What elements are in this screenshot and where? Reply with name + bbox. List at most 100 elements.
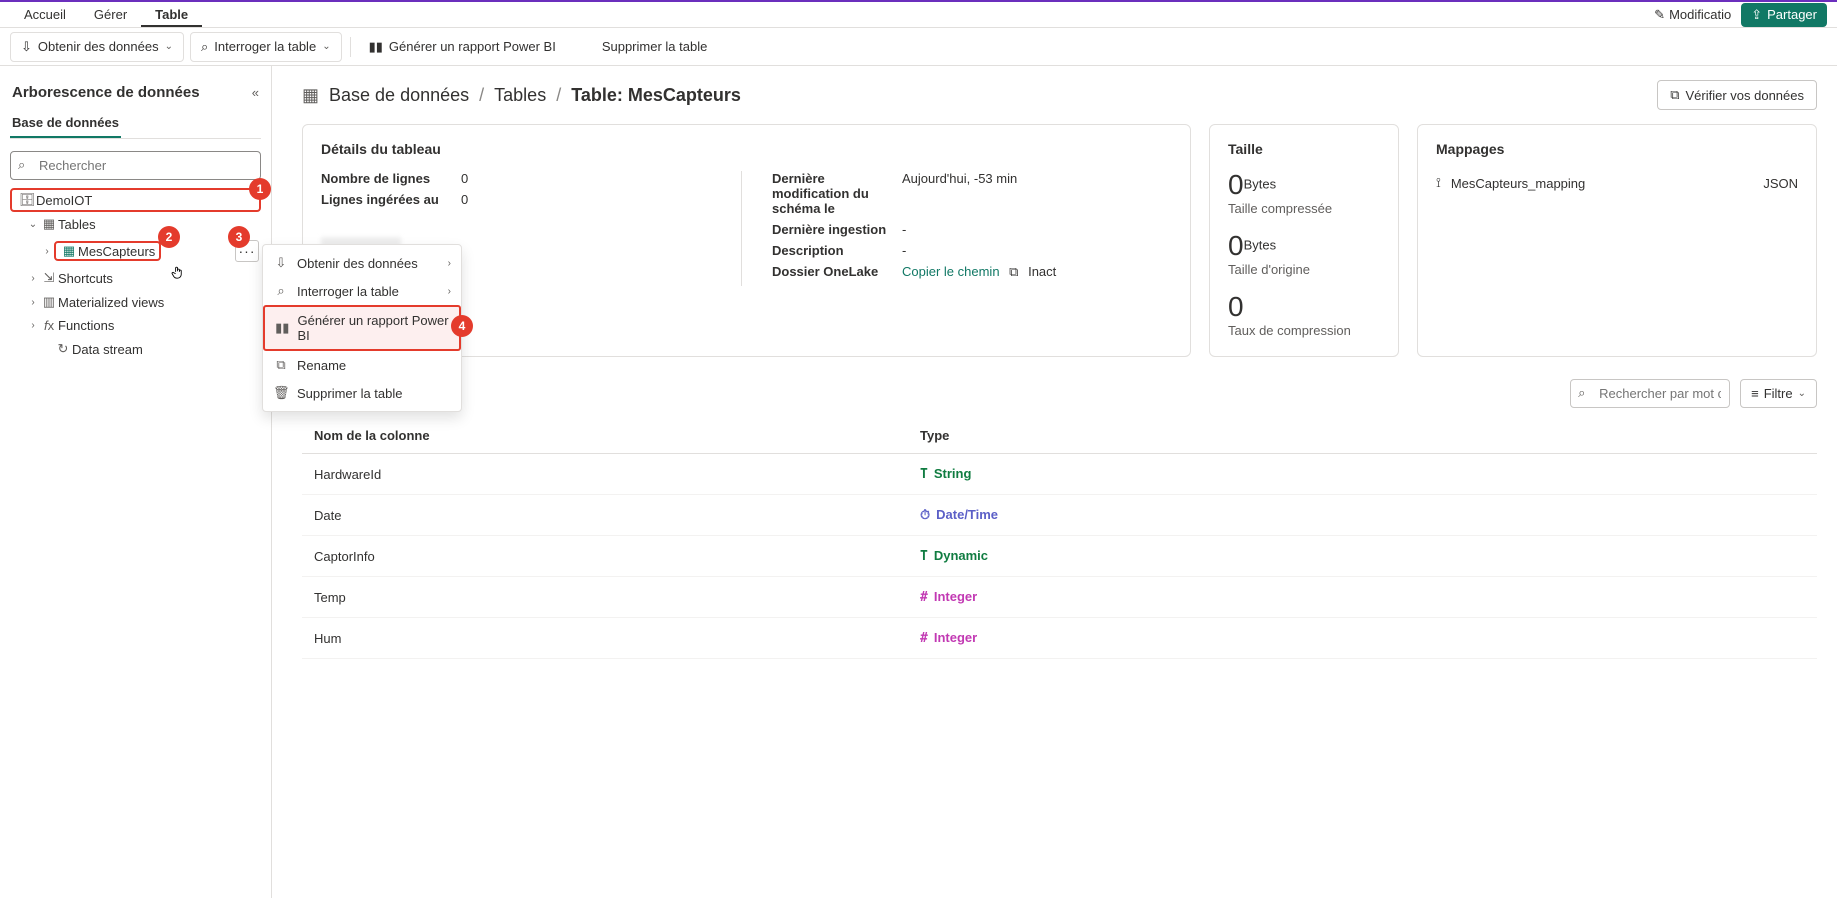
column-type: #Integer xyxy=(908,577,1817,618)
column-name: Date xyxy=(302,495,908,536)
views-icon: ▥ xyxy=(40,294,58,310)
verify-data-button[interactable]: ⧉ Vérifier vos données xyxy=(1657,80,1817,110)
tables-icon: ▦ xyxy=(40,216,58,232)
pencil-icon: ✎ xyxy=(1654,7,1665,23)
chevron-down-icon: ⌄ xyxy=(165,41,173,52)
tab-table[interactable]: Table xyxy=(141,2,202,27)
content: ▦ Base de données / Tables / Table: MesC… xyxy=(272,66,1837,898)
modify-button[interactable]: ✎ Modificatio xyxy=(1648,4,1737,26)
column-name: CaptorInfo xyxy=(302,536,908,577)
schema-search-input[interactable] xyxy=(1570,379,1730,408)
chart-icon: ▮▮ xyxy=(275,320,290,336)
search-icon: ⌕ xyxy=(1578,385,1585,401)
chevron-down-icon: ⌄ xyxy=(322,41,330,52)
schema-filter-button[interactable]: ≡ Filtre ⌄ xyxy=(1740,379,1817,408)
schema-col-type[interactable]: Type xyxy=(908,418,1817,454)
database-icon: 🗄 xyxy=(18,192,36,208)
get-data-icon: ⇩ xyxy=(21,39,32,55)
breadcrumb: ▦ Base de données / Tables / Table: MesC… xyxy=(302,85,741,106)
column-type: TString xyxy=(908,454,1817,495)
trash-icon: 🗑 xyxy=(273,385,289,401)
copy-icon: ⧉ xyxy=(1670,87,1679,103)
tree-table-mescapteurs[interactable]: › ▦ MesCapteurs ··· xyxy=(10,236,261,266)
copy-path-link[interactable]: Copier le chemin xyxy=(902,264,1000,279)
ctx-generate-powerbi[interactable]: ▮▮ Générer un rapport Power BI xyxy=(263,305,461,351)
caret-right-icon: › xyxy=(26,273,40,284)
column-type: ⏱Date/Time xyxy=(908,495,1817,536)
ctx-get-data[interactable]: ⇩ Obtenir des données › xyxy=(263,249,461,277)
grid-icon: ▦ xyxy=(302,85,319,106)
sidebar-title: Arborescence de données xyxy=(12,84,200,101)
function-icon: fx xyxy=(40,318,58,333)
caret-right-icon: › xyxy=(40,246,54,257)
schema-col-name[interactable]: Nom de la colonne xyxy=(302,418,908,454)
tree-materialized-views[interactable]: › ▥ Materialized views xyxy=(10,290,261,314)
table-icon: ▦ xyxy=(60,243,78,259)
size-card: Taille 0Bytes Taille compressée 0Bytes T… xyxy=(1209,124,1399,357)
crumb-tables[interactable]: Tables xyxy=(494,85,546,106)
tab-gerer[interactable]: Gérer xyxy=(80,2,141,27)
shortcut-icon: ⇲ xyxy=(40,270,58,286)
ctx-delete-table[interactable]: 🗑 Supprimer la table xyxy=(263,379,461,407)
toolbar-powerbi[interactable]: ▮▮ Générer un rapport Power BI xyxy=(359,33,566,61)
toolbar-get-data[interactable]: ⇩ Obtenir des données ⌄ xyxy=(10,32,184,62)
tree-tables[interactable]: ⌄ ▦ Tables xyxy=(10,212,261,236)
chevron-down-icon: ⌄ xyxy=(1798,388,1806,399)
mappings-card: Mappages ⟟ MesCapteurs_mapping JSON xyxy=(1417,124,1817,357)
cursor-indicator xyxy=(170,265,185,283)
sidebar-search: ⌕ xyxy=(10,151,261,180)
annotation-badge-4: 4 xyxy=(451,315,473,337)
toolbar-query-table[interactable]: ⌕ Interroger la table ⌄ xyxy=(190,32,342,62)
column-name: Hum xyxy=(302,618,908,659)
top-tabs-bar: Accueil Gérer Table ✎ Modificatio ⇪ Part… xyxy=(0,0,1837,28)
tree-shortcuts[interactable]: › ⇲ Shortcuts xyxy=(10,266,261,290)
ctx-query-table[interactable]: ⌕ Interroger la table › xyxy=(263,277,461,305)
toolbar-delete-table[interactable]: Supprimer la table xyxy=(592,33,718,60)
annotation-badge-3: 3 xyxy=(228,226,250,248)
tree: 🗄 DemoIOT 1 ⌄ ▦ Tables › ▦ MesCapteu xyxy=(10,188,261,361)
table-row[interactable]: Hum#Integer xyxy=(302,618,1817,659)
collapse-sidebar-button[interactable]: « xyxy=(252,85,259,100)
tree-database-demoiot[interactable]: 🗄 DemoIOT xyxy=(10,188,261,212)
caret-right-icon: › xyxy=(26,297,40,308)
crumb-current: Table: MesCapteurs xyxy=(571,85,741,106)
query-icon: ⌕ xyxy=(201,39,208,55)
table-row[interactable]: Temp#Integer xyxy=(302,577,1817,618)
tree-data-stream[interactable]: ↻ Data stream xyxy=(10,337,261,361)
search-icon: ⌕ xyxy=(18,157,25,173)
chevron-right-icon: › xyxy=(448,286,451,297)
sidebar-search-input[interactable] xyxy=(10,151,261,180)
table-row[interactable]: CaptorInfoTDynamic xyxy=(302,536,1817,577)
toolbar-divider xyxy=(350,37,351,57)
column-type: TDynamic xyxy=(908,536,1817,577)
column-name: HardwareId xyxy=(302,454,908,495)
tab-accueil[interactable]: Accueil xyxy=(10,2,80,27)
mapping-row[interactable]: ⟟ MesCapteurs_mapping JSON xyxy=(1436,171,1798,195)
column-type: #Integer xyxy=(908,618,1817,659)
stream-icon: ↻ xyxy=(54,341,72,357)
caret-right-icon: › xyxy=(26,320,40,331)
annotation-badge-1: 1 xyxy=(249,178,271,200)
toolbar: ⇩ Obtenir des données ⌄ ⌕ Interroger la … xyxy=(0,28,1837,66)
sidebar-tab-database[interactable]: Base de données xyxy=(10,107,121,138)
chevron-right-icon: › xyxy=(448,258,451,269)
filter-icon: ≡ xyxy=(1751,386,1759,401)
share-button[interactable]: ⇪ Partager xyxy=(1741,3,1827,27)
annotation-badge-2: 2 xyxy=(158,226,180,248)
chart-icon: ▮▮ xyxy=(369,39,383,55)
context-menu: ⇩ Obtenir des données › ⌕ Interroger la … xyxy=(262,244,462,412)
table-row[interactable]: HardwareIdTString xyxy=(302,454,1817,495)
table-row[interactable]: Date⏱Date/Time xyxy=(302,495,1817,536)
rename-icon: ⧉ xyxy=(273,357,289,373)
schema-table: Nom de la colonne Type HardwareIdTString… xyxy=(302,418,1817,659)
caret-down-icon: ⌄ xyxy=(26,219,40,230)
column-name: Temp xyxy=(302,577,908,618)
ctx-rename[interactable]: ⧉ Rename xyxy=(263,351,461,379)
share-icon: ⇪ xyxy=(1751,7,1762,23)
tree-functions[interactable]: › fx Functions xyxy=(10,314,261,337)
crumb-database[interactable]: Base de données xyxy=(329,85,469,106)
sidebar: Arborescence de données « Base de donnée… xyxy=(0,66,272,898)
query-icon: ⌕ xyxy=(273,283,289,299)
copy-icon[interactable]: ⧉ xyxy=(1009,264,1018,279)
get-data-icon: ⇩ xyxy=(273,255,289,271)
